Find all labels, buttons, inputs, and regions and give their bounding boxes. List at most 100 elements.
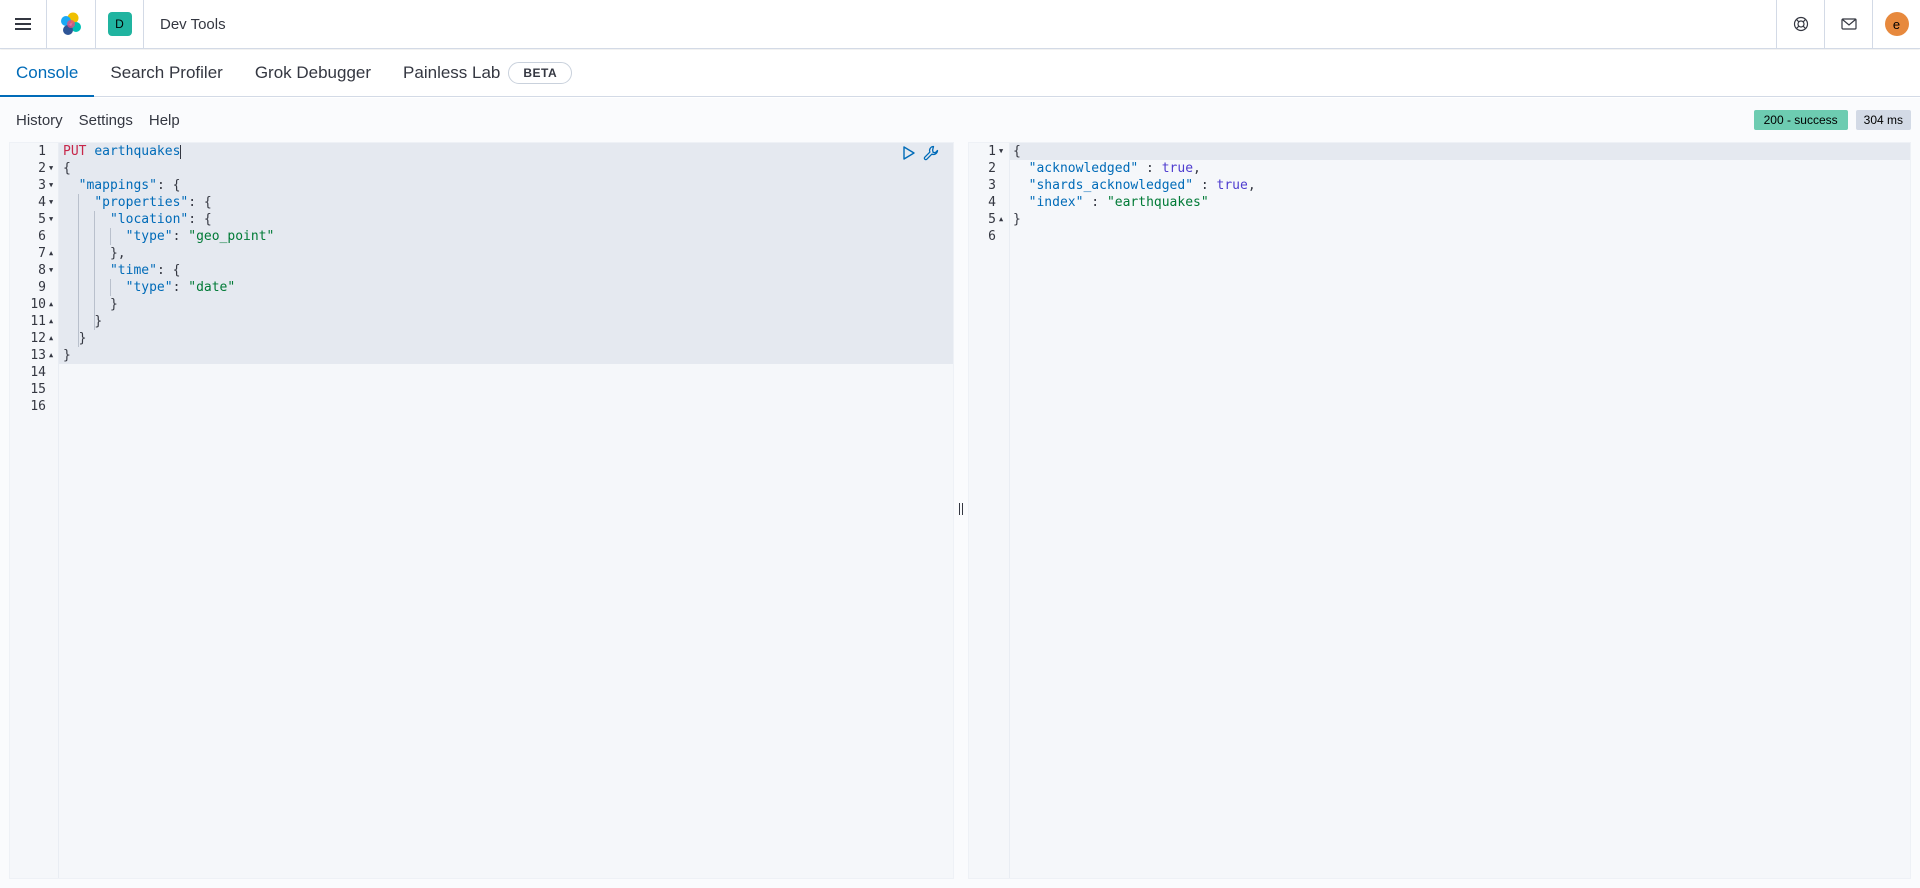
line-number: 7 xyxy=(38,246,46,261)
request-line[interactable]: 11 ▲ } xyxy=(10,313,953,330)
tab-search-profiler[interactable]: Search Profiler xyxy=(94,50,238,96)
tab-painless-lab[interactable]: Painless Lab BETA xyxy=(387,50,588,96)
console-toolbar: History Settings Help 200 - success 304 … xyxy=(0,98,1920,142)
fold-caret-down-icon[interactable]: ▼ xyxy=(49,262,53,279)
code-text: "time": { xyxy=(109,263,181,278)
user-menu-button[interactable]: e xyxy=(1872,0,1920,48)
fold-caret-down-icon[interactable]: ▼ xyxy=(49,211,53,228)
text-cursor xyxy=(180,144,182,159)
fold-caret-up-icon[interactable]: ▲ xyxy=(49,347,53,364)
request-line[interactable]: 13 ▲} xyxy=(10,347,953,364)
request-line[interactable]: 6 "type": "geo_point" xyxy=(10,228,953,245)
request-line[interactable]: 8 ▼ "time": { xyxy=(10,262,953,279)
line-number: 10 xyxy=(30,297,46,312)
request-line[interactable]: 7 ▲ }, xyxy=(10,245,953,262)
top-header: D Dev Tools e xyxy=(0,0,1920,49)
newsfeed-mail-icon[interactable] xyxy=(1840,17,1857,31)
space-selector[interactable]: D xyxy=(96,0,144,48)
pane-resizer[interactable] xyxy=(955,500,967,518)
response-line[interactable]: 5 ▲} xyxy=(969,211,1910,228)
request-line[interactable]: 5 ▼ "location": { xyxy=(10,211,953,228)
http-method: PUT xyxy=(63,144,87,159)
code-text: "mappings": { xyxy=(78,178,181,193)
line-number: 2 xyxy=(38,161,46,176)
response-line[interactable]: 1 ▼ { xyxy=(969,143,1910,160)
response-line[interactable]: 6 xyxy=(969,228,1910,245)
fold-caret-down-icon[interactable]: ▼ xyxy=(49,194,53,211)
code-text: "location": { xyxy=(109,212,212,227)
line-number: 9 xyxy=(38,280,46,295)
line-number: 13 xyxy=(30,348,46,363)
help-lifebuoy-icon[interactable] xyxy=(1793,16,1809,32)
request-line[interactable]: 14 xyxy=(10,364,953,381)
line-number: 14 xyxy=(30,365,46,380)
request-time-badge: 304 ms xyxy=(1855,110,1911,130)
line-number: 15 xyxy=(30,382,46,397)
tab-console[interactable]: Console xyxy=(0,50,95,97)
line-number: 8 xyxy=(38,263,46,278)
line-number: 12 xyxy=(30,331,46,346)
line-number: 2 xyxy=(988,161,996,176)
request-line[interactable]: 4 ▼ "properties": { xyxy=(10,194,953,211)
code-text: "shards_acknowledged" : true, xyxy=(1028,178,1256,193)
space-avatar[interactable]: D xyxy=(107,12,132,36)
request-line[interactable]: 2 ▼ { xyxy=(10,160,953,177)
beta-badge: BETA xyxy=(508,62,573,84)
fold-caret-up-icon[interactable]: ▲ xyxy=(999,211,1003,228)
request-line[interactable]: 1 PUT earthquakes xyxy=(10,143,953,160)
request-line[interactable]: 9 "type": "date" xyxy=(10,279,953,296)
hamburger-menu-icon[interactable] xyxy=(15,17,31,31)
fold-caret-up-icon[interactable]: ▲ xyxy=(49,313,53,330)
help-button[interactable] xyxy=(1776,0,1824,48)
fold-caret-up-icon[interactable]: ▲ xyxy=(49,245,53,262)
response-gutter xyxy=(969,143,1010,878)
line-number: 3 xyxy=(988,178,996,193)
response-line[interactable]: 4 "index" : "earthquakes" xyxy=(969,194,1910,211)
fold-caret-down-icon[interactable]: ▼ xyxy=(49,160,53,177)
user-avatar[interactable]: e xyxy=(1884,12,1909,36)
code-text: } xyxy=(1013,212,1021,227)
elastic-logo-icon[interactable] xyxy=(59,12,83,36)
line-number: 6 xyxy=(38,229,46,244)
line-number: 3 xyxy=(38,178,46,193)
request-line[interactable]: 10 ▲ } xyxy=(10,296,953,313)
line-number: 4 xyxy=(38,195,46,210)
indent-guide xyxy=(94,211,95,330)
request-line[interactable]: 12 ▲ } xyxy=(10,330,953,347)
fold-caret-down-icon[interactable]: ▼ xyxy=(49,177,53,194)
code-text: { xyxy=(1013,144,1021,159)
request-editor[interactable]: 1 PUT earthquakes 2 ▼{3 ▼ "mappings": {4 ▼ "p… xyxy=(9,142,954,879)
history-link[interactable]: History xyxy=(16,112,63,129)
wrench-settings-icon[interactable] xyxy=(923,145,939,161)
settings-link[interactable]: Settings xyxy=(79,112,133,129)
line-number: 5 xyxy=(38,212,46,227)
line-number: 1 xyxy=(38,144,46,159)
newsfeed-button[interactable] xyxy=(1824,0,1872,48)
help-link[interactable]: Help xyxy=(149,112,180,129)
response-line[interactable]: 3 "shards_acknowledged" : true, xyxy=(969,177,1910,194)
status-badge: 200 - success xyxy=(1753,110,1848,130)
tab-grok-debugger[interactable]: Grok Debugger xyxy=(239,50,387,96)
fold-caret-up-icon[interactable]: ▲ xyxy=(49,296,53,313)
code-text: { xyxy=(63,161,71,176)
code-text: "properties": { xyxy=(94,195,212,210)
request-path: earthquakes xyxy=(94,144,181,159)
code-text: "index" : "earthquakes" xyxy=(1028,195,1209,210)
code-text: "type": "date" xyxy=(125,280,236,295)
breadcrumb: Dev Tools xyxy=(160,15,226,33)
resize-handle-icon[interactable] xyxy=(958,502,964,516)
request-line[interactable]: 16 xyxy=(10,398,953,415)
elastic-logo[interactable] xyxy=(47,0,96,48)
dev-tools-tabs: Console Search Profiler Grok Debugger Pa… xyxy=(0,50,1920,97)
code-text: } xyxy=(109,297,118,312)
response-editor[interactable]: 1 ▼{2 "acknowledged" : true, 3 "shards_ack… xyxy=(968,142,1911,879)
indent-guide xyxy=(78,194,79,347)
fold-caret-down-icon[interactable]: ▼ xyxy=(999,143,1003,160)
response-line[interactable]: 2 "acknowledged" : true, xyxy=(969,160,1910,177)
menu-button[interactable] xyxy=(0,0,47,48)
send-request-icon[interactable] xyxy=(903,146,915,160)
request-line[interactable]: 3 ▼ "mappings": { xyxy=(10,177,953,194)
request-line[interactable]: 15 xyxy=(10,381,953,398)
fold-caret-up-icon[interactable]: ▲ xyxy=(49,330,53,347)
line-number: 6 xyxy=(988,229,996,244)
